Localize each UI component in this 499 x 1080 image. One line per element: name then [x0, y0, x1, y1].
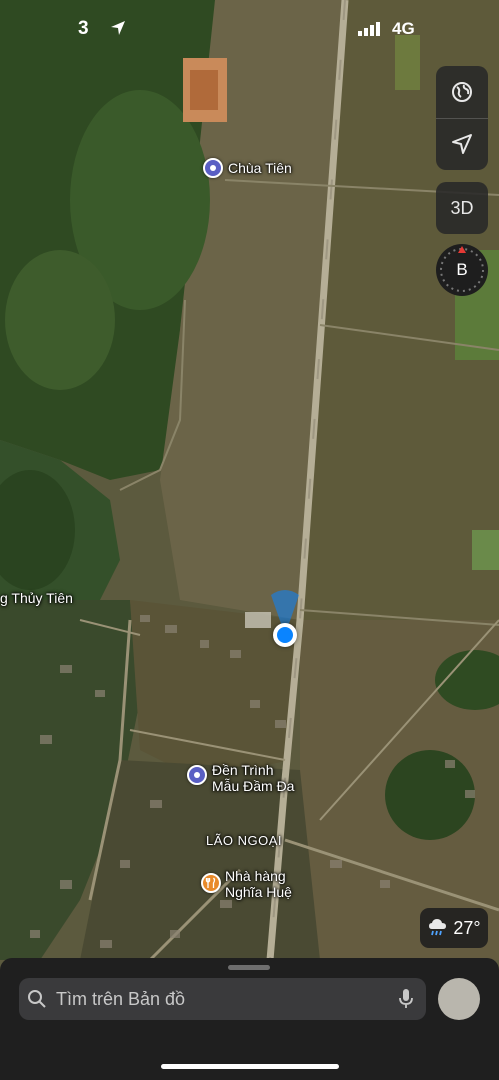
weather-widget[interactable]: 27° — [420, 908, 488, 948]
profile-avatar[interactable] — [438, 978, 480, 1020]
cellular-signal-icon — [358, 22, 380, 36]
status-bar: 3 4G — [0, 0, 499, 60]
place-pin-den-trinh[interactable] — [187, 765, 207, 785]
place-label-line2[interactable]: Nghĩa Huệ — [225, 884, 292, 900]
user-location-marker[interactable] — [273, 623, 297, 647]
view-3d-button[interactable]: 3D — [436, 182, 488, 234]
compass-button[interactable]: B — [436, 244, 488, 296]
search-placeholder[interactable]: Tìm trên Bản đồ — [56, 989, 185, 1010]
search-icon — [28, 990, 46, 1008]
place-pin-icon — [210, 165, 216, 171]
restaurant-pin[interactable] — [201, 873, 221, 893]
map-mode-button[interactable] — [436, 66, 488, 118]
place-label[interactable]: g Thủy Tiên — [0, 590, 73, 606]
place-pin-chua-tien[interactable] — [203, 158, 223, 178]
map-controls — [436, 66, 488, 170]
rain-cloud-icon — [429, 919, 447, 936]
sheet-grabber[interactable] — [228, 965, 270, 970]
globe-icon — [452, 82, 472, 102]
location-arrow-icon — [111, 21, 125, 35]
place-label-line2[interactable]: Mẫu Đầm Đa — [212, 778, 294, 794]
bottom-sheet[interactable]: Tìm trên Bản đồ — [0, 958, 499, 1080]
current-location-button[interactable] — [436, 118, 488, 170]
temperature: 27° — [453, 917, 481, 938]
place-label-line1[interactable]: Đền Trình — [212, 762, 273, 778]
compass-heading: B — [456, 260, 468, 279]
area-label: LÃO NGOẠI — [206, 833, 283, 848]
navigation-arrow-icon — [452, 134, 472, 154]
home-indicator — [161, 1064, 339, 1069]
microphone-icon[interactable] — [398, 988, 414, 1010]
place-label[interactable]: Chùa Tiên — [228, 160, 292, 176]
fork-knife-icon — [205, 877, 216, 888]
location-dot — [277, 627, 293, 643]
place-label-line1[interactable]: Nhà hàng — [225, 868, 286, 884]
network-type: 4G — [392, 19, 415, 38]
search-bar[interactable]: Tìm trên Bản đồ — [19, 978, 426, 1020]
place-pin-icon — [194, 772, 200, 778]
status-time: 3 — [78, 18, 90, 39]
